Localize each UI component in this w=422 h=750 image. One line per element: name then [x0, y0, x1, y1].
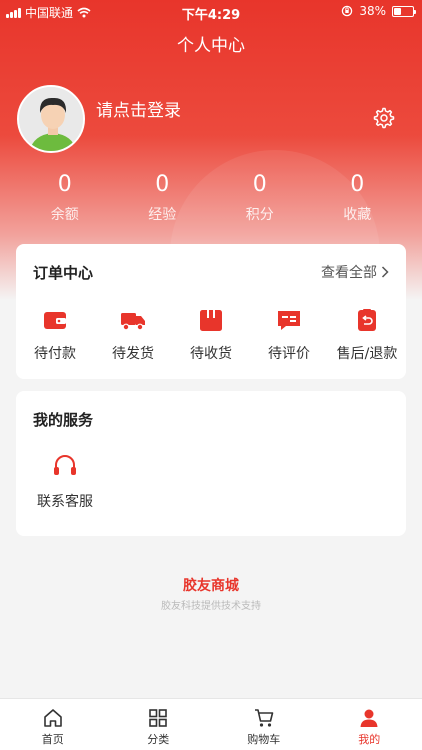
- contact-support-button[interactable]: 联系客服: [34, 453, 96, 511]
- order-after-sales[interactable]: 售后/退款: [328, 307, 406, 363]
- brand-name: 胶友商城: [183, 578, 239, 594]
- page-title: 个人中心: [177, 36, 245, 56]
- wallet-icon: [44, 312, 66, 329]
- tab-category[interactable]: 分类: [106, 699, 212, 750]
- battery-icon: [392, 5, 416, 17]
- tab-home[interactable]: 首页: [0, 699, 106, 750]
- services-title: 我的服务: [33, 410, 94, 429]
- order-label: 售后/退款: [336, 346, 398, 362]
- cart-icon: [254, 709, 274, 727]
- stat-label: 收藏: [343, 207, 372, 223]
- status-bar: 中国联通 下午4:29 38%: [0, 0, 422, 23]
- order-label: 待评价: [268, 346, 310, 362]
- stat-points[interactable]: 0 积分: [211, 170, 309, 230]
- tab-label: 我的: [358, 733, 381, 746]
- stat-favorites[interactable]: 0 收藏: [309, 170, 407, 230]
- stat-experience[interactable]: 0 经验: [114, 170, 212, 230]
- battery-percent: 38%: [359, 4, 386, 18]
- truck-icon: [121, 313, 145, 331]
- headset-icon: [54, 455, 76, 475]
- login-prompt[interactable]: 请点击登录: [96, 96, 181, 121]
- stat-label: 经验: [148, 207, 177, 223]
- brand-tagline: 胶友科技提供技术支持: [161, 601, 261, 612]
- tab-mine[interactable]: 我的: [317, 699, 422, 750]
- stat-label: 积分: [245, 207, 274, 223]
- tab-label: 分类: [147, 733, 170, 746]
- avatar[interactable]: [17, 85, 85, 153]
- package-icon: [200, 310, 222, 331]
- stats-row: 0 余额 0 经验 0 积分 0 收藏: [16, 170, 406, 230]
- stat-balance[interactable]: 0 余额: [16, 170, 114, 230]
- stat-value: 0: [57, 172, 72, 197]
- order-label: 待付款: [34, 346, 76, 362]
- view-all-orders-link[interactable]: 查看全部: [321, 262, 389, 282]
- view-all-label: 查看全部: [321, 265, 377, 281]
- user-icon: [360, 709, 378, 727]
- bottom-tab-bar: 首页 分类 购物车 我的: [0, 698, 422, 750]
- stat-value: 0: [155, 172, 170, 197]
- brand-footer: 胶友商城 胶友科技提供技术支持: [0, 575, 422, 612]
- stat-value: 0: [252, 172, 267, 197]
- home-icon: [43, 709, 62, 727]
- order-pending-receipt[interactable]: 待收货: [172, 307, 250, 363]
- order-pending-payment[interactable]: 待付款: [16, 307, 94, 363]
- review-icon: [278, 311, 300, 330]
- grid-icon: [149, 709, 168, 727]
- tab-cart[interactable]: 购物车: [211, 699, 317, 750]
- orientation-lock-icon: [342, 5, 353, 17]
- order-center-card: 订单中心 查看全部 待付款 待发货 待收货 待评价 售后/退款: [16, 244, 406, 379]
- stat-value: 0: [350, 172, 365, 197]
- tab-label: 购物车: [247, 733, 281, 746]
- order-label: 待发货: [112, 346, 154, 362]
- tab-label: 首页: [41, 733, 64, 746]
- order-pending-review[interactable]: 待评价: [250, 307, 328, 363]
- my-services-card: 我的服务 联系客服: [16, 391, 406, 536]
- stat-label: 余额: [50, 207, 79, 223]
- refund-icon: [358, 309, 376, 331]
- gear-icon[interactable]: [372, 106, 396, 130]
- order-pending-shipment[interactable]: 待发货: [94, 307, 172, 363]
- order-label: 待收货: [190, 346, 232, 362]
- order-center-title: 订单中心: [33, 263, 94, 282]
- chevron-right-icon: [381, 266, 389, 278]
- service-label: 联系客服: [37, 494, 93, 510]
